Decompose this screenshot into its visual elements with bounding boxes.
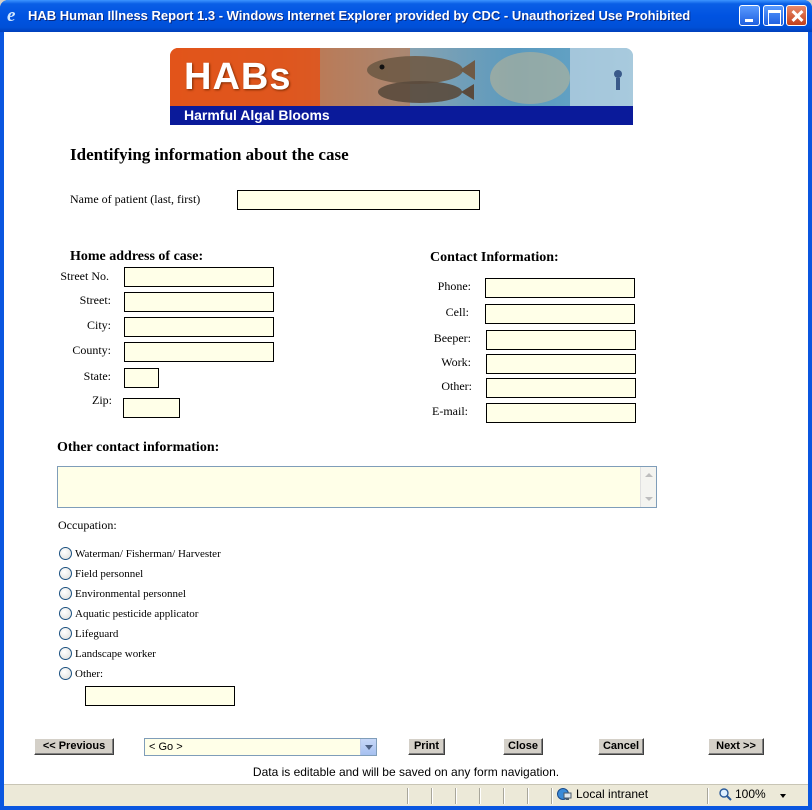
close-button[interactable]: Close: [503, 738, 543, 755]
maximize-button[interactable]: [763, 5, 784, 26]
radio-button[interactable]: [59, 587, 72, 600]
globe-computer-icon: [557, 788, 572, 801]
next-button[interactable]: Next >>: [708, 738, 764, 755]
street-no-label: Street No.: [60, 269, 109, 283]
phone-label: Phone:: [437, 279, 471, 293]
page-title: Identifying information about the case: [70, 145, 349, 164]
radio-button[interactable]: [59, 607, 72, 620]
banner-logo: HABs: [184, 56, 292, 98]
street-label: Street:: [79, 293, 111, 307]
city-input[interactable]: [124, 317, 274, 337]
county-input[interactable]: [124, 342, 274, 362]
minimize-button[interactable]: [739, 5, 760, 26]
patient-name-input[interactable]: [237, 190, 480, 210]
security-zone[interactable]: Local intranet: [557, 787, 648, 801]
status-divider: [455, 788, 456, 804]
state-input[interactable]: [124, 368, 159, 388]
chevron-down-icon[interactable]: [360, 739, 376, 755]
banner-subtitle: Harmful Algal Blooms: [184, 107, 330, 123]
save-note: Data is editable and will be saved on an…: [252, 765, 560, 779]
zip-label: Zip:: [92, 393, 112, 407]
zip-input[interactable]: [123, 398, 180, 418]
occupation-option-label: Waterman/ Fisherman/ Harvester: [75, 548, 221, 560]
work-label: Work:: [441, 355, 471, 369]
patient-name-label: Name of patient (last, first): [70, 192, 201, 206]
banner-subtitle-bar: Harmful Algal Blooms: [170, 106, 633, 125]
beeper-label: Beeper:: [433, 331, 471, 345]
zoom-level: 100%: [735, 787, 766, 801]
textarea-scrollbar[interactable]: [640, 467, 656, 507]
other-occupation-input[interactable]: [85, 686, 235, 706]
occupation-option-label: Aquatic pesticide applicator: [75, 608, 199, 620]
status-divider: [707, 788, 708, 804]
page-content: HABs Harmful Algal Blooms Identifying in…: [4, 32, 808, 730]
window-title: HAB Human Illness Report 1.3 - Windows I…: [28, 8, 691, 23]
magnifier-icon: [719, 788, 732, 802]
title-bar[interactable]: e HAB Human Illness Report 1.3 - Windows…: [0, 0, 812, 32]
occupation-option-label: Other:: [75, 668, 104, 680]
occupation-option-label: Lifeguard: [75, 628, 119, 640]
occupation-option-label: Field personnel: [75, 568, 144, 580]
scroll-up-icon[interactable]: [645, 473, 653, 477]
other-phone-label: Other:: [441, 379, 472, 393]
scroll-down-icon[interactable]: [645, 497, 653, 501]
security-zone-label: Local intranet: [576, 787, 649, 801]
phone-input[interactable]: [485, 278, 635, 298]
form-navigation-bar: << Previous < Go > Print Close Cancel Ne…: [4, 730, 808, 784]
go-select-value: < Go >: [149, 741, 183, 753]
zoom-control[interactable]: 100%: [719, 787, 766, 802]
occupation-option-label: Landscape worker: [75, 648, 156, 660]
status-divider: [503, 788, 504, 804]
ie-icon: e: [7, 5, 16, 26]
status-divider: [407, 788, 408, 804]
status-divider: [479, 788, 480, 804]
status-divider: [527, 788, 528, 804]
other-contact-textarea[interactable]: [57, 466, 657, 508]
email-label: E-mail:: [432, 404, 468, 418]
radio-button[interactable]: [59, 667, 72, 680]
occupation-option-label: Environmental personnel: [75, 588, 186, 600]
city-label: City:: [86, 318, 111, 332]
radio-button[interactable]: [59, 627, 72, 640]
other-phone-input[interactable]: [486, 378, 636, 398]
radio-button[interactable]: [59, 567, 72, 580]
browser-window: e HAB Human Illness Report 1.3 - Windows…: [0, 0, 812, 810]
street-input[interactable]: [124, 292, 274, 312]
occupation-label: Occupation:: [58, 518, 117, 532]
habs-banner: HABs Harmful Algal Blooms: [170, 48, 633, 125]
print-button[interactable]: Print: [408, 738, 445, 755]
cancel-button[interactable]: Cancel: [598, 738, 644, 755]
status-bar: Local intranet 100%: [4, 784, 808, 806]
work-input[interactable]: [486, 354, 636, 374]
close-window-button[interactable]: [786, 5, 807, 26]
cell-input[interactable]: [485, 304, 635, 324]
street-no-input[interactable]: [124, 267, 274, 287]
zoom-dropdown-icon[interactable]: [780, 794, 786, 798]
status-divider: [551, 788, 552, 804]
radio-button[interactable]: [59, 547, 72, 560]
radio-button[interactable]: [59, 647, 72, 660]
status-divider: [431, 788, 432, 804]
state-label: State:: [83, 369, 111, 383]
go-select[interactable]: < Go >: [144, 738, 377, 756]
contact-info-heading: Contact Information:: [430, 250, 559, 265]
beeper-input[interactable]: [486, 330, 636, 350]
email-input[interactable]: [486, 403, 636, 423]
home-address-heading: Home address of case:: [70, 249, 204, 264]
other-contact-heading: Other contact information:: [57, 440, 220, 455]
cell-label: Cell:: [445, 305, 469, 319]
previous-button[interactable]: << Previous: [34, 738, 114, 755]
county-label: County:: [72, 343, 111, 357]
